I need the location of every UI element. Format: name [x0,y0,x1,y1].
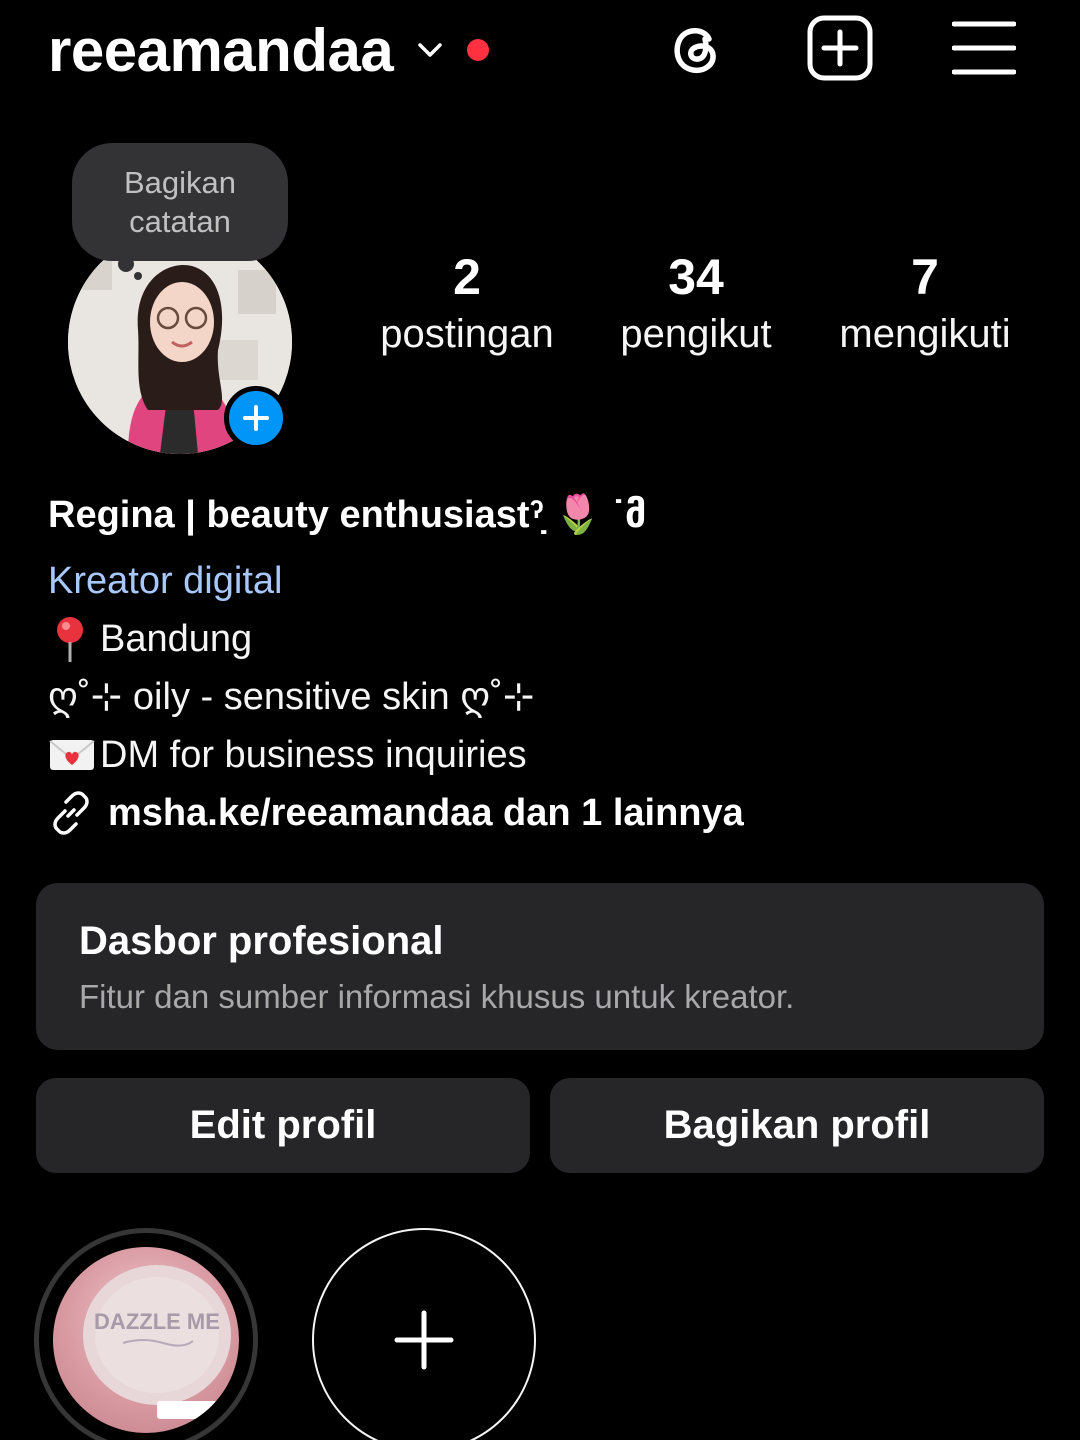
account-switcher[interactable]: reeamandaa [48,10,490,90]
bio: Regina | beauty enthusiastˀ̣ 🌷 ˙მ Kreato… [48,486,1048,842]
create-post-icon[interactable] [804,12,876,84]
new-highlight-button[interactable] [312,1228,536,1440]
bio-dm: DM for business inquiries [48,726,1048,784]
note-tail [118,256,134,272]
stat-following[interactable]: 7 mengikuti [815,246,1035,360]
link-text: msha.ke/reeamandaa dan 1 lainnya [108,792,744,834]
note-line-2: catatan [129,204,231,239]
bio-link[interactable]: msha.ke/reeamandaa dan 1 lainnya [48,784,1048,842]
highlight-item[interactable]: DAZZLE ME [34,1228,258,1440]
location-text: Bandung [100,618,253,660]
professional-dashboard[interactable]: Dasbor profesional Fitur dan sumber info… [36,883,1044,1050]
location-pin-icon [57,617,83,662]
plus-icon [243,405,269,431]
stat-followers[interactable]: 34 pengikut [586,246,806,360]
note-tail-small [134,272,142,280]
following-label: mengikuti [839,312,1011,356]
bio-location: Bandung [48,610,1048,668]
followers-count: 34 [668,249,724,305]
threads-icon[interactable] [660,12,732,84]
display-name: Regina | beauty enthusiastˀ̣ 🌷 ˙მ [48,494,647,536]
highlight-cover: DAZZLE ME [53,1247,239,1433]
top-bar: reeamandaa [0,0,1080,100]
menu-icon[interactable] [948,12,1020,84]
note-line-1: Bagikan [123,165,237,200]
stat-posts[interactable]: 2 postingan [357,246,577,360]
share-profile-button[interactable]: Bagikan profil [550,1078,1044,1173]
edit-profile-button[interactable]: Edit profil [36,1078,530,1173]
category-label[interactable]: Kreator digital [48,552,1048,610]
add-story-button[interactable] [224,386,288,450]
bio-skin: ღ˚⊹ oily - sensitive skin ღ˚⊹ [48,668,1048,726]
dashboard-subtitle: Fitur dan sumber informasi khusus untuk … [79,978,795,1015]
dm-text: DM for business inquiries [100,734,527,776]
profile-page: reeamandaa Bagikan catatan 2 postingan 3… [0,0,1080,1440]
notification-dot [467,39,490,61]
posts-count: 2 [453,249,481,305]
highlight-cover-text: DAZZLE ME [94,1309,220,1334]
following-count: 7 [911,249,939,305]
skin-text: ღ˚⊹ oily - sensitive skin ღ˚⊹ [48,676,535,718]
followers-label: pengikut [620,312,772,356]
dashboard-title: Dasbor profesional [79,919,444,963]
plus-icon [394,1310,454,1370]
posts-label: postingan [380,312,554,356]
username: reeamandaa [48,16,394,84]
note-bubble[interactable]: Bagikan catatan [72,143,288,261]
link-icon [53,791,89,835]
love-letter-icon [49,740,95,770]
chevron-down-icon [418,43,442,57]
